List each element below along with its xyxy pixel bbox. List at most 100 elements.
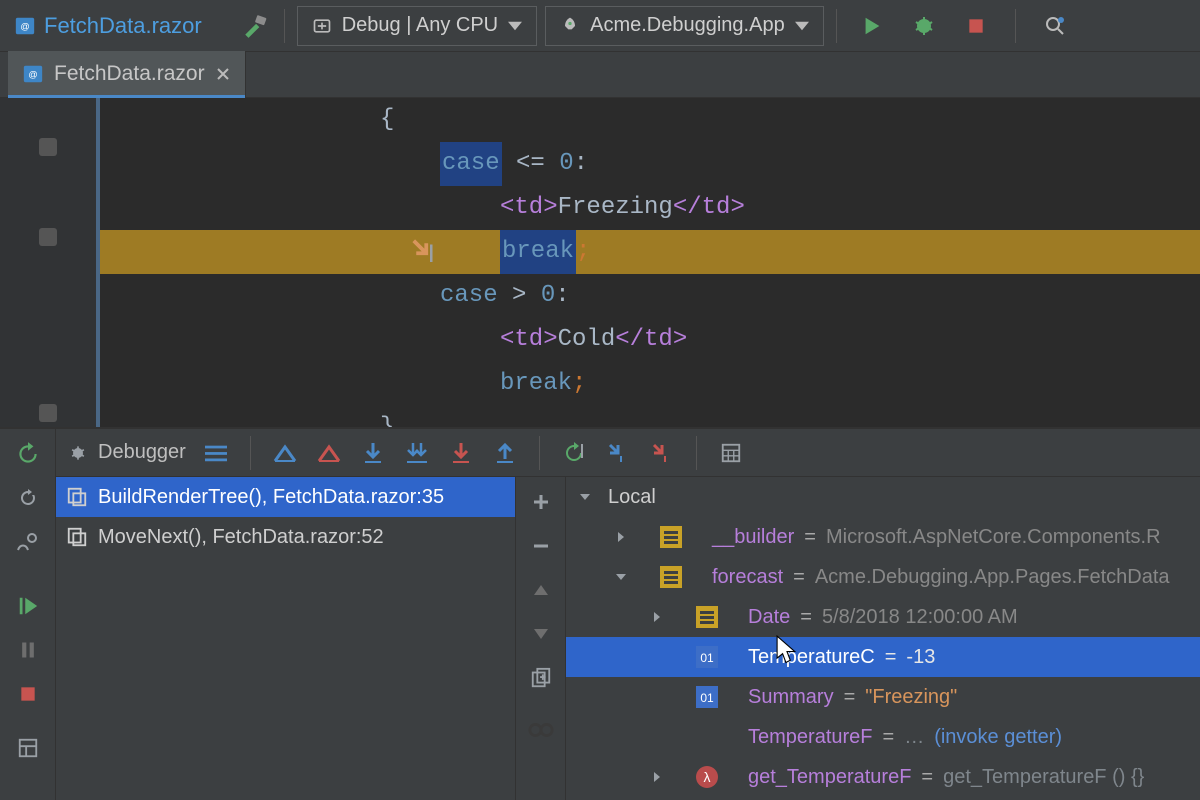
code-token: <td> (500, 318, 558, 362)
show-execution-point-button[interactable] (271, 439, 299, 467)
frames-panel[interactable]: BuildRenderTree(), FetchData.razor:35Mov… (56, 477, 516, 800)
threads-button[interactable] (202, 439, 230, 467)
variable-type-icon (660, 526, 682, 548)
variable-name: TemperatureC (748, 646, 875, 669)
variables-panel[interactable]: Local __builder = Microsoft.AspNetCore.C… (566, 477, 1200, 800)
code-line[interactable]: break; (100, 230, 1200, 274)
variable-value: "Freezing" (865, 686, 957, 709)
chevron-down-icon (508, 19, 522, 33)
toolbar-separator (284, 9, 285, 43)
code-area[interactable]: {case <= 0:<td>Freezing</td>break;case >… (100, 98, 1200, 427)
show-watches-button[interactable] (528, 717, 554, 743)
variable-equals: = (883, 726, 895, 749)
stack-frame-row[interactable]: BuildRenderTree(), FetchData.razor:35 (56, 477, 515, 517)
refresh-button[interactable] (13, 483, 43, 513)
editor-gutter[interactable] (0, 98, 100, 427)
force-step-into-button[interactable] (403, 439, 431, 467)
variable-row[interactable]: λget_TemperatureF = get_TemperatureF () … (566, 757, 1200, 797)
variable-row[interactable]: 01TemperatureC = -13 (566, 637, 1200, 677)
code-token: 0 (541, 274, 555, 318)
razor-file-icon: @ (14, 15, 36, 37)
variable-row[interactable]: Date = 5/8/2018 12:00:00 AM (566, 597, 1200, 637)
drop-frame-button[interactable] (604, 439, 632, 467)
run-target-label: Acme.Debugging.App (590, 14, 785, 37)
evaluate-expression-button[interactable] (648, 439, 676, 467)
toolbar-separator (696, 436, 697, 470)
code-line[interactable]: case <= 0: (100, 142, 1200, 186)
active-file-badge: @ FetchData.razor (6, 13, 210, 39)
variable-row[interactable]: 01Summary = "Freezing" (566, 677, 1200, 717)
debugger-tab[interactable]: Debugger (68, 441, 186, 464)
code-token: ; (576, 230, 590, 274)
variable-row[interactable]: __builder = Microsoft.AspNetCore.Compone… (566, 517, 1200, 557)
stop-debug-button[interactable] (13, 679, 43, 709)
step-over-button[interactable] (315, 439, 343, 467)
expand-toggle-icon[interactable] (648, 608, 666, 626)
expand-placeholder (648, 728, 666, 746)
smart-step-into-button[interactable] (447, 439, 475, 467)
gutter-fold-icon[interactable] (39, 228, 57, 246)
debug-body: BuildRenderTree(), FetchData.razor:35Mov… (56, 477, 1200, 800)
stop-button[interactable] (959, 9, 993, 43)
variable-value: -13 (906, 646, 935, 669)
expand-toggle-icon[interactable] (648, 768, 666, 786)
code-token: { (380, 98, 394, 142)
layout-button[interactable] (13, 733, 43, 763)
code-token (502, 142, 516, 186)
build-config-select[interactable]: Debug | Any CPU (297, 6, 537, 46)
editor-tab[interactable]: @ FetchData.razor (8, 51, 246, 97)
invoke-getter-link[interactable]: (invoke getter) (934, 726, 1062, 749)
execution-point-icon (410, 237, 440, 267)
variable-equals: = (800, 606, 812, 629)
remove-watch-button[interactable] (528, 533, 554, 559)
variable-row[interactable]: forecast = Acme.Debugging.App.Pages.Fetc… (566, 557, 1200, 597)
search-everywhere-icon[interactable] (1038, 9, 1072, 43)
gutter-fold-icon[interactable] (39, 138, 57, 156)
code-line[interactable]: <td>Cold</td> (100, 318, 1200, 362)
build-hammer-icon[interactable] (238, 9, 272, 43)
move-down-button[interactable] (528, 621, 554, 647)
expand-toggle-icon[interactable] (612, 528, 630, 546)
code-token: <= (516, 142, 545, 186)
code-line[interactable]: <td>Freezing</td> (100, 186, 1200, 230)
variable-type-icon: 01 (696, 646, 718, 668)
debug-button[interactable] (907, 9, 941, 43)
code-line[interactable]: case > 0: (100, 274, 1200, 318)
top-toolbar: @ FetchData.razor Debug | Any CPU Acme.D… (0, 0, 1200, 52)
code-editor[interactable]: {case <= 0:<td>Freezing</td>break;case >… (0, 98, 1200, 428)
stack-frame-icon (66, 526, 88, 548)
variable-name: forecast (712, 566, 783, 589)
close-tab-button[interactable] (215, 66, 231, 82)
settings-button[interactable] (13, 527, 43, 557)
stack-frame-row[interactable]: MoveNext(), FetchData.razor:52 (56, 517, 515, 557)
resume-button[interactable] (13, 591, 43, 621)
run-to-cursor-button[interactable] (560, 439, 588, 467)
duplicate-watch-button[interactable] (528, 665, 554, 691)
code-line[interactable]: } (100, 406, 1200, 428)
expand-toggle-icon[interactable] (612, 568, 630, 586)
calculator-button[interactable] (717, 439, 745, 467)
variable-equals: = (804, 526, 816, 549)
step-out-button[interactable] (491, 439, 519, 467)
rerun-button[interactable] (13, 439, 43, 469)
code-token: > (498, 274, 541, 318)
code-line[interactable]: { (100, 98, 1200, 142)
add-watch-button[interactable] (528, 489, 554, 515)
gutter-fold-icon[interactable] (39, 404, 57, 422)
config-icon (312, 16, 332, 36)
code-line[interactable]: break; (100, 362, 1200, 406)
variable-name: Summary (748, 686, 834, 709)
code-token: break (500, 230, 576, 274)
pause-button[interactable] (13, 635, 43, 665)
variable-value: Microsoft.AspNetCore.Components.R (826, 526, 1161, 549)
variables-scope-header[interactable]: Local (566, 477, 1200, 517)
move-up-button[interactable] (528, 577, 554, 603)
variable-row[interactable]: TemperatureF = … (invoke getter) (566, 717, 1200, 757)
step-into-button[interactable] (359, 439, 387, 467)
svg-text:01: 01 (700, 691, 714, 705)
debug-toolwindow: Debugger BuildRenderTree(), FetchData.ra… (0, 428, 1200, 800)
variable-value: Acme.Debugging.App.Pages.FetchData (815, 566, 1170, 589)
variable-equals: = (793, 566, 805, 589)
run-button[interactable] (855, 9, 889, 43)
run-target-select[interactable]: Acme.Debugging.App (545, 6, 824, 46)
